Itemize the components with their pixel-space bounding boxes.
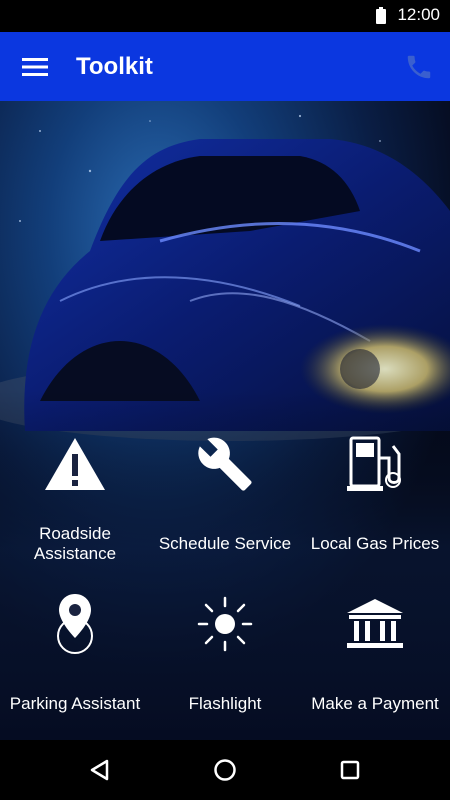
tile-label: Flashlight [188, 694, 262, 713]
gas-pump-icon [347, 436, 401, 491]
menu-button[interactable] [14, 46, 56, 88]
hamburger-menu-icon [22, 58, 48, 76]
tile-label: Make a Payment [311, 694, 439, 713]
call-button[interactable] [398, 46, 440, 88]
tile-label: Roadside Assistance [33, 524, 117, 563]
roadside-assistance-tile[interactable]: Roadside Assistance [0, 420, 150, 580]
back-triangle-icon [90, 759, 109, 781]
recents-button[interactable] [332, 752, 368, 788]
flashlight-tile[interactable]: Flashlight [150, 580, 300, 740]
recents-square-icon [340, 760, 360, 780]
local-gas-prices-tile[interactable]: Local Gas Prices [300, 420, 450, 580]
bank-icon [347, 599, 403, 648]
battery-icon [376, 7, 386, 24]
parking-assistant-tile[interactable]: Parking Assistant [0, 580, 150, 740]
wrench-icon [198, 437, 252, 491]
system-navigation-bar [0, 740, 450, 800]
status-time: 12:00 [397, 5, 440, 24]
sun-icon [197, 596, 253, 652]
tile-label: Parking Assistant [9, 694, 141, 713]
tile-label: Local Gas Prices [310, 534, 440, 553]
toolkit-grid: Roadside Assistance Schedule Service Loc… [0, 420, 450, 740]
page-title: Toolkit [76, 53, 153, 80]
app-bar: Toolkit [0, 32, 450, 101]
status-bar: 12:00 [0, 0, 450, 32]
tile-label: Schedule Service [158, 534, 292, 553]
warning-icon [45, 438, 105, 490]
map-pin-icon [57, 594, 93, 654]
back-button[interactable] [82, 752, 118, 788]
home-circle-icon [214, 759, 236, 781]
phone-icon [407, 55, 431, 79]
schedule-service-tile[interactable]: Schedule Service [150, 420, 300, 580]
make-a-payment-tile[interactable]: Make a Payment [300, 580, 450, 740]
home-button[interactable] [207, 752, 243, 788]
